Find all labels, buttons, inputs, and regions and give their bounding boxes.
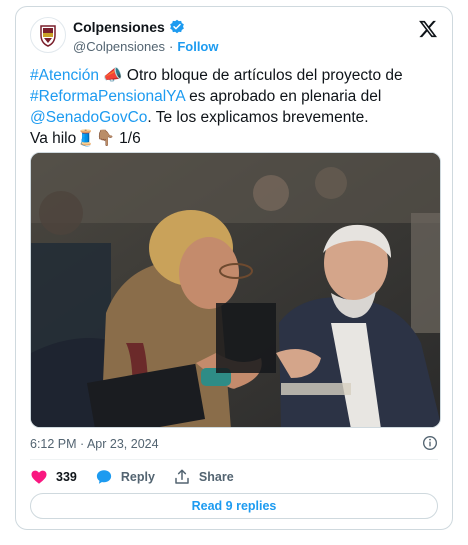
share-button[interactable]: Share <box>173 468 234 486</box>
photo-illustration <box>31 153 440 427</box>
tweet-line-1: #Atención 📣 Otro bloque de artículos del… <box>30 65 440 86</box>
tweet-text: #Atención 📣 Otro bloque de artículos del… <box>30 65 440 149</box>
avatar[interactable] <box>30 17 66 53</box>
tweet-text-segment: es aprobado en plenaria del <box>184 88 382 105</box>
hashtag-reforma[interactable]: #ReformaPensionalYA <box>30 88 185 105</box>
info-icon[interactable] <box>422 435 438 451</box>
like-button[interactable]: 339 <box>30 468 77 486</box>
like-count: 339 <box>56 470 77 484</box>
reply-bubble-icon <box>96 470 111 484</box>
tweet-text-segment: Otro bloque de artículos del proyecto de <box>122 67 403 84</box>
follow-button[interactable]: Follow <box>177 39 218 54</box>
mention-senado[interactable]: @SenadoGovCo <box>30 109 147 126</box>
thread-emojis: 🧵👇🏽 <box>76 130 115 147</box>
colpensiones-logo-icon <box>40 25 56 47</box>
hashtag-atencion[interactable]: #Atención <box>30 67 99 84</box>
account-name-row: Colpensiones <box>73 19 185 35</box>
reply-label: Reply <box>120 470 155 484</box>
megaphone-emoji: 📣 <box>103 67 123 84</box>
timestamp[interactable]: 6:12 PM · Apr 23, 2024 <box>30 437 159 451</box>
tweet-text-segment: Va hilo <box>30 130 77 147</box>
thread-count: 1/6 <box>114 130 141 147</box>
x-logo-icon[interactable] <box>418 19 438 39</box>
reply-button[interactable]: Reply <box>95 468 155 486</box>
tweet-line-4: Va hilo🧵👇🏽 1/6 <box>30 128 440 149</box>
share-icon <box>175 469 189 484</box>
tweet-text-segment: . Te los explicamos brevemente. <box>147 109 369 126</box>
tweet-line-2: #ReformaPensionalYA es aprobado en plena… <box>30 86 440 107</box>
separator-dot: · <box>168 39 174 54</box>
verified-badge-icon <box>169 19 184 34</box>
account-handle[interactable]: @Colpensiones <box>73 39 165 54</box>
heart-icon <box>31 470 47 484</box>
divider <box>30 459 438 460</box>
handle-row: @Colpensiones · Follow <box>73 39 219 54</box>
tweet-photo[interactable] <box>30 152 441 428</box>
tweet-card[interactable]: Colpensiones @Colpensiones · Follow #Ate… <box>15 6 453 530</box>
action-bar: 339 Reply Share <box>30 468 252 486</box>
tweet-line-3: @SenadoGovCo. Te los explicamos brevemen… <box>30 107 440 128</box>
share-label: Share <box>198 470 234 484</box>
read-replies-button[interactable]: Read 9 replies <box>30 493 438 519</box>
account-name[interactable]: Colpensiones <box>73 19 165 35</box>
